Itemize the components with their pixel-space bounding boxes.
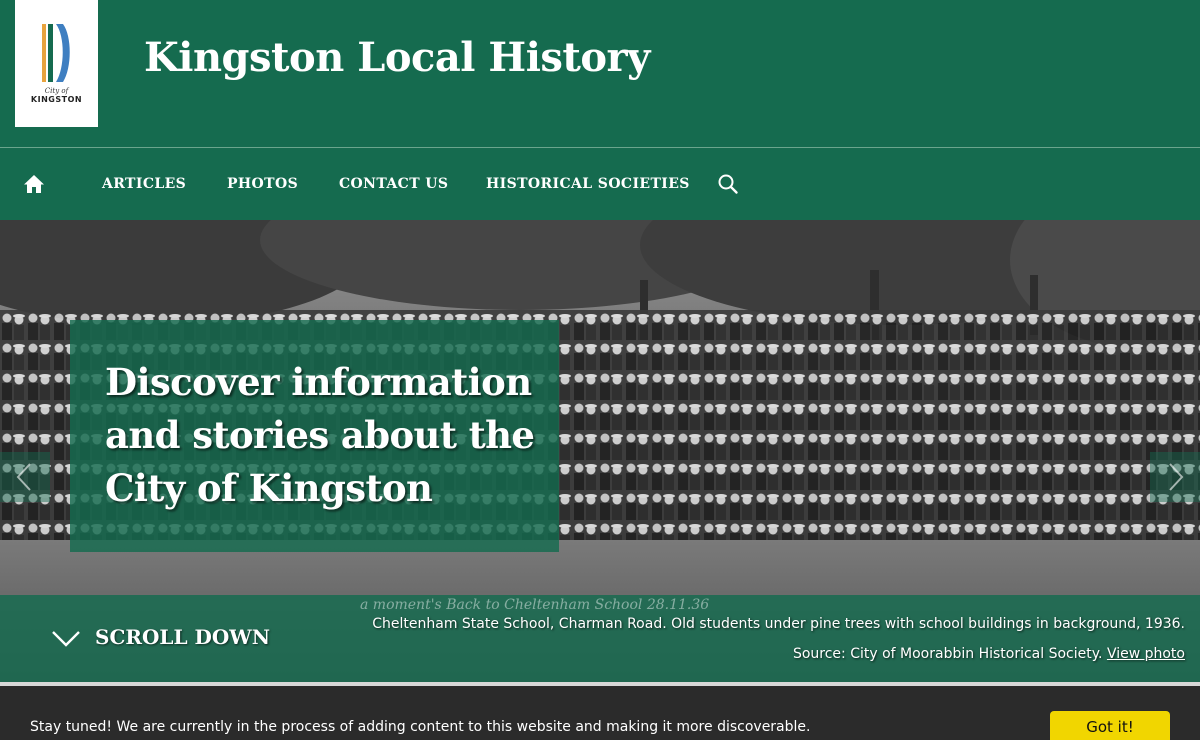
cookie-banner: Stay tuned! We are currently in the proc… [0,686,1200,740]
carousel-prev-button[interactable] [0,452,50,502]
nav-item-contact-us[interactable]: CONTACT US [339,176,448,192]
cookie-message: Stay tuned! We are currently in the proc… [30,719,811,735]
home-icon[interactable] [22,172,46,196]
chevron-down-icon [52,631,80,647]
nav-item-historical-societies[interactable]: HISTORICAL SOCIETIES [486,176,690,192]
chevron-right-icon [1169,463,1184,491]
nav-item-articles[interactable]: ARTICLES [102,176,186,192]
hero-caption-band: a moment's Back to Cheltenham School 28.… [0,595,1200,682]
chevron-left-icon [16,463,31,491]
site-title[interactable]: Kingston Local History [144,34,650,81]
scroll-down-label: SCROLL DOWN [95,625,270,649]
photo-source-text: Source: City of Moorabbin Historical Soc… [792,646,1107,662]
scroll-down-button[interactable]: SCROLL DOWN [48,621,278,657]
main-navigation: ARTICLES PHOTOS CONTACT US HISTORICAL SO… [0,148,1200,220]
site-header: City of KINGSTON Kingston Local History [0,0,1200,147]
nav-item-photos[interactable]: PHOTOS [227,176,298,192]
hero-promo-box: Discover information and stories about t… [70,320,559,552]
logo-big-text: KINGSTON [30,95,83,104]
logo-mark-icon [42,24,70,82]
photo-caption: Cheltenham State School, Charman Road. O… [372,616,1185,632]
hero-headline: Discover information and stories about t… [105,360,535,510]
city-of-kingston-logo[interactable]: City of KINGSTON [15,0,98,127]
carousel-next-button[interactable] [1150,452,1200,502]
photo-source: Source: City of Moorabbin Historical Soc… [793,646,1185,662]
view-photo-link[interactable]: View photo [1107,646,1185,662]
search-icon[interactable] [716,172,740,196]
hero-carousel: Discover information and stories about t… [0,220,1200,682]
logo-small-text: City of [44,87,69,95]
got-it-button[interactable]: Got it! [1050,711,1170,740]
photo-handwriting: a moment's Back to Cheltenham School 28.… [360,597,710,613]
